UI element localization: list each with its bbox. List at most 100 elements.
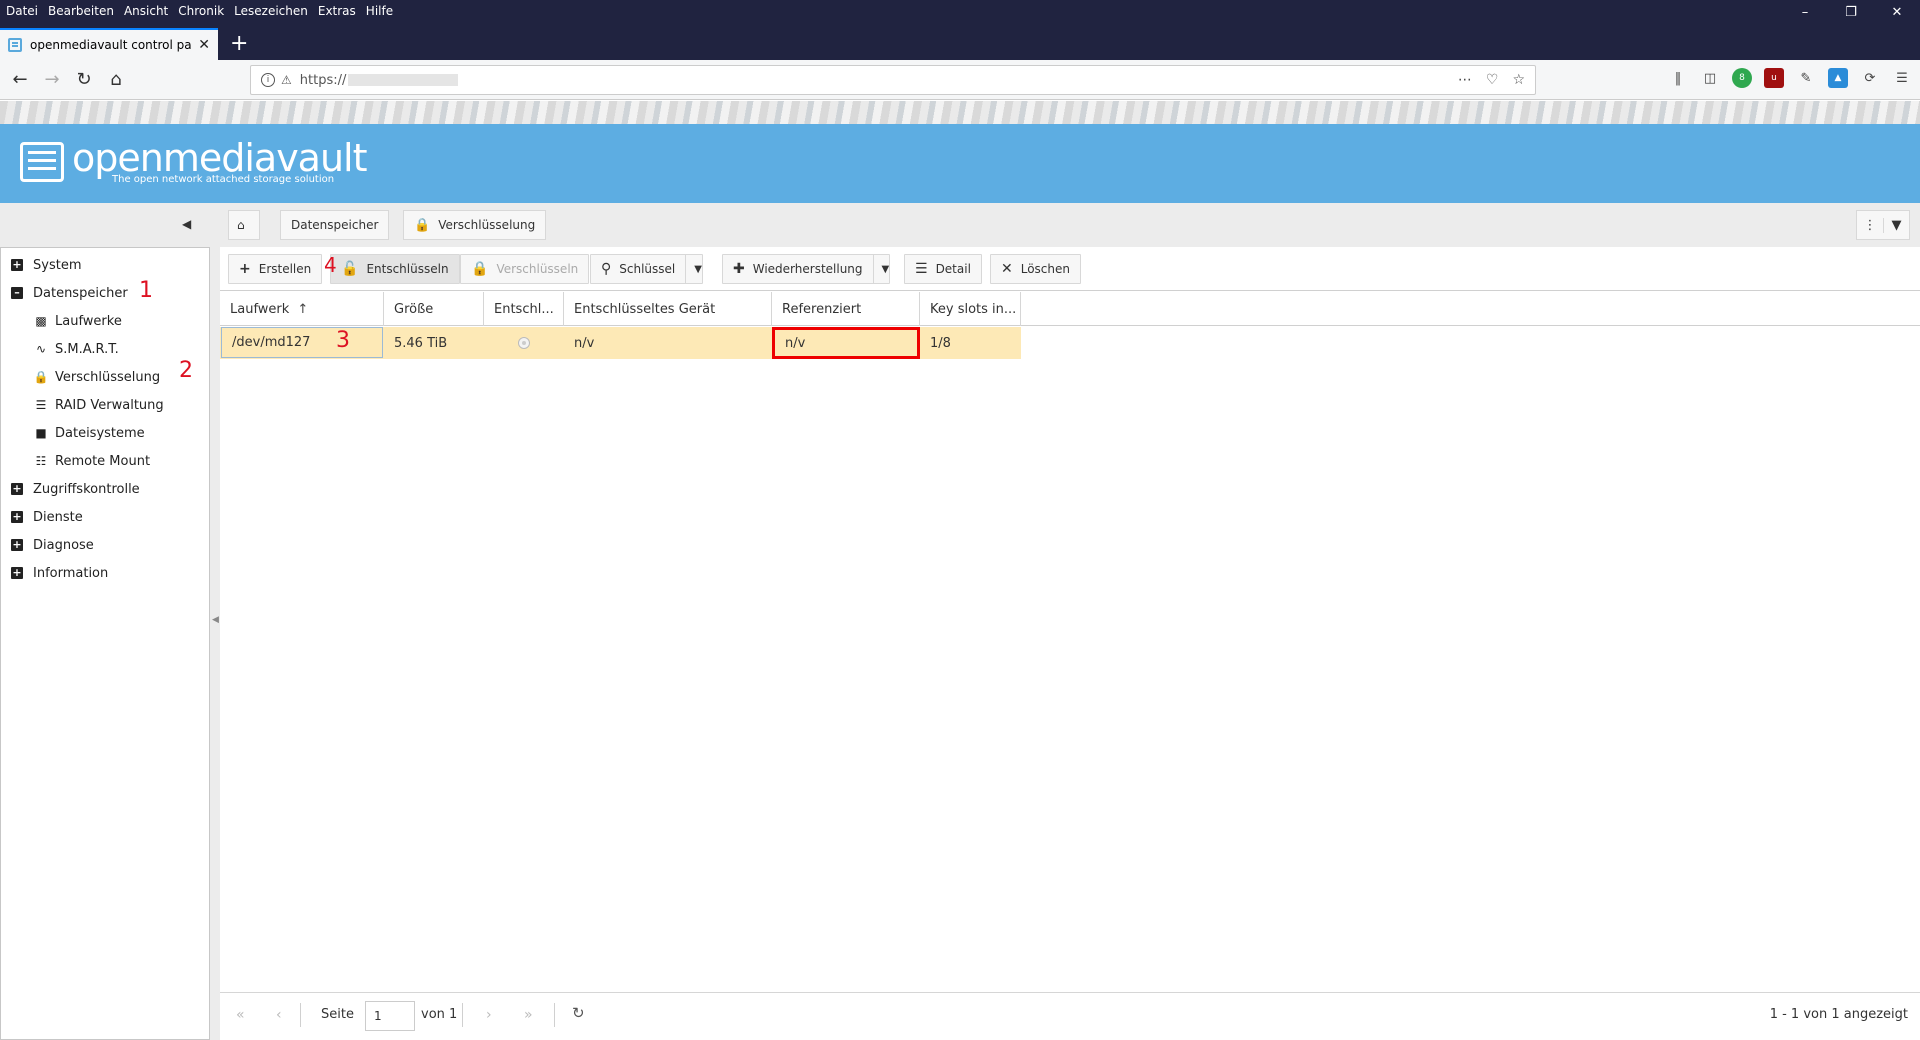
tab-close-icon[interactable]: ✕ [198,37,210,53]
menu-chronik[interactable]: Chronik [173,4,229,18]
sort-ascending-icon: ↑ [297,301,309,317]
collapse-left-icon[interactable]: ◀ [182,217,191,231]
browser-tabbar: openmediavault control panel ✕ + [0,22,1920,60]
expand-plus-icon[interactable]: + [11,259,23,271]
pocket-icon[interactable]: ♡ [1486,72,1499,88]
sidebar-item-label: Dienste [33,509,83,525]
menu-hilfe[interactable]: Hilfe [361,4,398,18]
breadcrumb-verschluesselung[interactable]: 🔒 Verschlüsselung [403,210,547,240]
size-value: 5.46 TiB [394,335,448,351]
sidebar-item-system[interactable]: + System [11,255,81,275]
folder-icon: ■ [35,426,47,440]
last-page-icon[interactable]: » [524,1007,533,1023]
sidebar-item-smart[interactable]: ∿ S.M.A.R.T. [33,339,119,359]
expand-plus-icon[interactable]: + [11,511,23,523]
reload-icon[interactable]: ↻ [68,64,100,96]
column-header-entschluesseltes-geraet[interactable]: Entschlüsseltes Gerät [564,292,772,326]
sidebar-item-raid[interactable]: ☰ RAID Verwaltung [33,395,164,415]
annotation-3: 3 [336,328,350,353]
detail-button[interactable]: ☰ Detail [904,254,982,284]
sidebar-item-information[interactable]: + Information [11,563,108,583]
hamburger-menu-icon[interactable]: ☰ [1892,68,1912,88]
expand-plus-icon[interactable]: + [11,483,23,495]
breadcrumb-home[interactable]: ⌂ [228,210,260,240]
sidebar-item-datenspeicher[interactable]: – Datenspeicher [11,283,128,303]
menu-datei[interactable]: Datei [0,4,43,18]
chevron-down-icon[interactable]: ▼ [1883,217,1909,233]
home-icon[interactable]: ⌂ [100,64,132,96]
forward-icon[interactable]: → [36,64,68,96]
column-header-groesse[interactable]: Größe [384,292,484,326]
sidebar-item-laufwerke[interactable]: ▩ Laufwerke [33,311,122,331]
column-header-key-slots[interactable]: Key slots in... [920,292,1021,326]
sidebar-item-remote-mount[interactable]: ☷ Remote Mount [33,451,150,471]
first-page-icon[interactable]: « [236,1007,245,1023]
sidebar-item-label: Dateisysteme [55,425,145,441]
site-info-icon[interactable]: i [261,73,275,87]
cell-device[interactable]: /dev/md127 [221,327,383,358]
cell-size: 5.46 TiB [384,327,484,359]
table-row[interactable]: /dev/md127 3 5.46 TiB n/v n/v 1/8 [220,327,1021,359]
delete-button[interactable]: ✕ Löschen [990,254,1081,284]
column-header-laufwerk[interactable]: Laufwerk ↑ [220,292,384,326]
minimize-icon[interactable]: – [1782,0,1828,22]
expand-plus-icon[interactable]: + [11,539,23,551]
sidebar-item-diagnose[interactable]: + Diagnose [11,535,94,555]
extension-pen-icon[interactable]: ✎ [1796,68,1816,88]
lock-button[interactable]: 🔒 Verschlüsseln [460,254,590,284]
sidebar-item-dateisysteme[interactable]: ■ Dateisysteme [33,423,145,443]
panel-splitter[interactable]: ◀ [210,203,220,1040]
refresh-icon[interactable]: ↻ [572,1004,585,1022]
restore-button[interactable]: ✚ Wiederherstellung ▼ [722,254,891,284]
lock-icon: 🔒 [471,261,489,277]
key-icon: ⚲ [601,261,612,277]
breadcrumb-label: Datenspeicher [291,218,379,232]
browser-menubar: Datei Bearbeiten Ansicht Chronik Lesezei… [0,0,1920,22]
menu-extras[interactable]: Extras [313,4,361,18]
menu-bearbeiten[interactable]: Bearbeiten [43,4,119,18]
omv-favicon-icon [8,38,22,52]
column-header-entschluesselt[interactable]: Entschl... [484,292,564,326]
next-page-icon[interactable]: › [486,1007,492,1023]
ublock-icon[interactable]: u [1764,68,1784,88]
key-dropdown-chevron-icon[interactable]: ▼ [685,255,702,283]
insecure-lock-icon: ⚠ [281,73,292,87]
page-actions-icon[interactable]: ⋯ [1458,72,1472,88]
browser-tab[interactable]: openmediavault control panel ✕ [0,28,218,60]
sidebar-item-label: Diagnose [33,537,94,553]
extension-blue-icon[interactable]: ▲ [1828,68,1848,88]
annotation-1: 1 [139,278,153,303]
restore-dropdown-chevron-icon[interactable]: ▼ [872,255,889,283]
url-bar[interactable]: i ⚠ https:// ⋯ ♡ ☆ [250,65,1536,95]
sidebar-item-zugriffskontrolle[interactable]: + Zugriffskontrolle [11,479,140,499]
sidebar-item-dienste[interactable]: + Dienste [11,507,83,527]
page-number-input[interactable]: 1 [365,1001,415,1031]
key-button[interactable]: ⚲ Schlüssel ▼ [590,254,703,284]
breadcrumb-datenspeicher[interactable]: Datenspeicher [280,210,390,240]
prev-page-icon[interactable]: ‹ [276,1007,282,1023]
sidebar-toggle-icon[interactable]: ◫ [1700,68,1720,88]
unlock-button[interactable]: 🔓 Entschlüsseln [330,254,460,284]
extension-refresh-icon[interactable]: ⟳ [1860,68,1880,88]
kebab-menu-icon[interactable]: ⋮ [1857,218,1883,233]
create-button[interactable]: + Erstellen [228,254,323,284]
back-icon[interactable]: ← [4,64,36,96]
bookmark-star-icon[interactable]: ☆ [1512,72,1525,88]
navigation-tree: + System – Datenspeicher ▩ Laufwerke ∿ S… [0,247,210,1040]
collapse-minus-icon[interactable]: – [11,287,23,299]
library-icon[interactable]: ‖ [1668,68,1688,88]
column-header-referenziert[interactable]: Referenziert [772,292,920,326]
menu-ansicht[interactable]: Ansicht [119,4,173,18]
referenced-value: n/v [785,335,806,351]
app-tagline: The open network attached storage soluti… [112,174,335,185]
key-slots-value: 1/8 [930,335,951,351]
omv-logo-icon [20,142,64,182]
extension-green-icon[interactable]: 8 [1732,68,1752,88]
restore-icon[interactable]: ❐ [1828,0,1874,22]
expand-plus-icon[interactable]: + [11,567,23,579]
new-tab-icon[interactable]: + [230,32,248,56]
sidebar-item-verschluesselung[interactable]: 🔒 Verschlüsselung [33,367,161,387]
heartbeat-icon: ∿ [35,342,47,356]
menu-lesezeichen[interactable]: Lesezeichen [229,4,313,18]
close-window-icon[interactable]: ✕ [1874,0,1920,22]
